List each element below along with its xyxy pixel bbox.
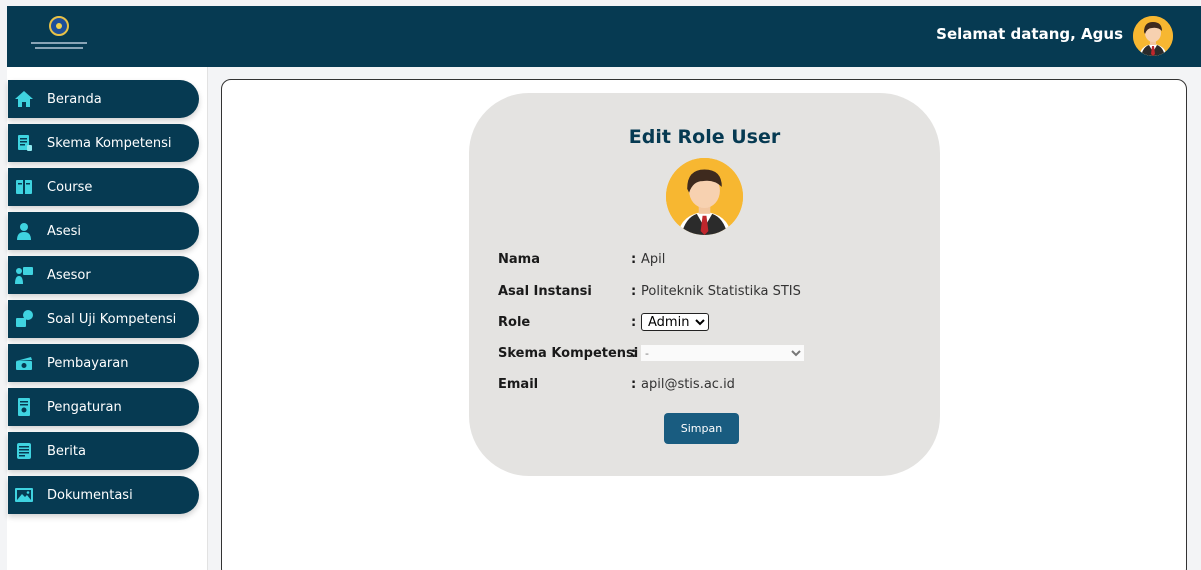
logo-emblem bbox=[49, 16, 69, 36]
field-colon: : bbox=[631, 314, 637, 330]
home-icon bbox=[13, 88, 35, 110]
news-icon bbox=[13, 440, 35, 462]
edit-role-card: Edit Role User Nama : Apil Asal Instansi… bbox=[469, 93, 940, 476]
sidebar: Beranda Skema Kompetensi Course Asesi As… bbox=[7, 67, 208, 570]
field-label: Asal Instansi bbox=[498, 283, 592, 299]
user-avatar[interactable] bbox=[1133, 16, 1173, 56]
image-icon bbox=[13, 484, 35, 506]
sidebar-item-pembayaran[interactable]: Pembayaran bbox=[8, 344, 199, 382]
profile-avatar bbox=[666, 158, 743, 235]
field-role: Role : Admin bbox=[498, 312, 709, 332]
field-colon: : bbox=[631, 283, 637, 299]
sidebar-item-label: Skema Kompetensi bbox=[47, 135, 172, 151]
sidebar-item-skema-kompetensi[interactable]: Skema Kompetensi bbox=[8, 124, 199, 162]
sidebar-item-asesi[interactable]: Asesi bbox=[8, 212, 199, 250]
field-label: Skema Kompetensi bbox=[498, 345, 639, 361]
field-email: Email : apil@stis.ac.id bbox=[498, 374, 735, 394]
sidebar-item-dokumentasi[interactable]: Dokumentasi bbox=[8, 476, 199, 514]
document-icon bbox=[13, 132, 35, 154]
sidebar-item-berita[interactable]: Berita bbox=[8, 432, 199, 470]
sidebar-item-pengaturan[interactable]: Pengaturan bbox=[8, 388, 199, 426]
sidebar-item-label: Pengaturan bbox=[47, 399, 122, 415]
book-icon bbox=[13, 176, 35, 198]
nama-value: Apil bbox=[641, 251, 666, 267]
field-colon: : bbox=[631, 251, 637, 267]
sidebar-item-soal-uji-kompetensi[interactable]: Soal Uji Kompetensi bbox=[8, 300, 199, 338]
sidebar-item-asesor[interactable]: Asesor bbox=[8, 256, 199, 294]
avatar-icon bbox=[1133, 16, 1173, 56]
field-instansi: Asal Instansi : Politeknik Statistika ST… bbox=[498, 281, 801, 301]
skema-kompetensi-select[interactable]: - bbox=[641, 345, 804, 361]
top-header: Selamat datang, Agus bbox=[7, 6, 1201, 67]
field-label: Email bbox=[498, 376, 539, 392]
sidebar-item-label: Asesi bbox=[47, 223, 82, 239]
settings-icon bbox=[13, 396, 35, 418]
quiz-icon bbox=[13, 308, 35, 330]
field-label: Role bbox=[498, 314, 531, 330]
welcome-text: Selamat datang, Agus bbox=[936, 25, 1123, 43]
field-nama: Nama : Apil bbox=[498, 249, 665, 269]
sidebar-item-label: Pembayaran bbox=[47, 355, 129, 371]
role-select[interactable]: Admin bbox=[641, 313, 709, 331]
presenter-icon bbox=[13, 264, 35, 286]
sidebar-item-label: Soal Uji Kompetensi bbox=[47, 311, 177, 327]
instansi-value: Politeknik Statistika STIS bbox=[641, 283, 801, 299]
page-title: Edit Role User bbox=[628, 126, 781, 148]
sidebar-item-label: Asesor bbox=[47, 267, 91, 283]
field-colon: : bbox=[631, 345, 637, 361]
sidebar-item-label: Beranda bbox=[47, 91, 102, 107]
sidebar-item-course[interactable]: Course bbox=[8, 168, 199, 206]
field-colon: : bbox=[631, 376, 637, 392]
field-skema: Skema Kompetensi : - bbox=[498, 343, 804, 363]
user-icon bbox=[13, 220, 35, 242]
institution-logo[interactable] bbox=[29, 16, 89, 58]
email-value: apil@stis.ac.id bbox=[641, 376, 735, 392]
sidebar-item-label: Course bbox=[47, 179, 93, 195]
sidebar-item-label: Berita bbox=[47, 443, 86, 459]
field-label: Nama bbox=[498, 251, 540, 267]
avatar-icon bbox=[666, 158, 743, 235]
sidebar-item-label: Dokumentasi bbox=[47, 487, 133, 503]
save-button[interactable]: Simpan bbox=[664, 413, 739, 444]
sidebar-item-beranda[interactable]: Beranda bbox=[8, 80, 199, 118]
money-icon bbox=[13, 352, 35, 374]
